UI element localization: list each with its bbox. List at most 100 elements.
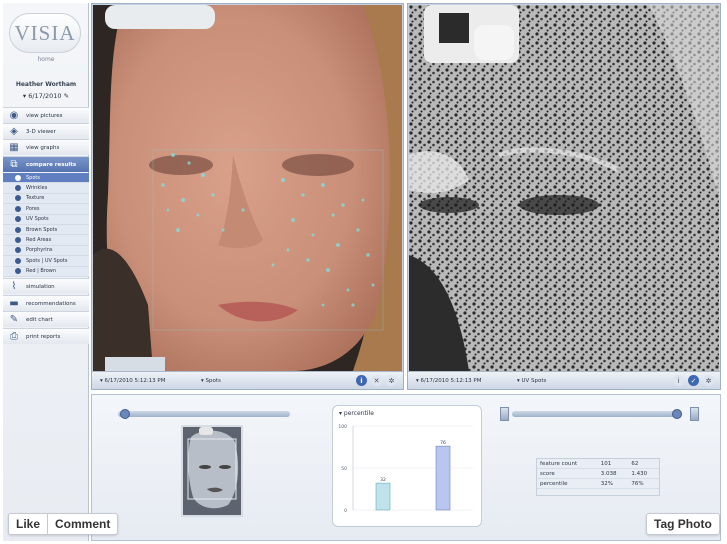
bullet-icon (15, 257, 21, 264)
tag-photo-label: Tag Photo (654, 517, 712, 531)
submenu-label: UV Spots (26, 216, 49, 223)
percentile-chart: ▾ percentile 100 50 0 32 76 (332, 405, 482, 527)
submenu-item-pores[interactable]: Pores (3, 204, 89, 215)
stats-row-score: score 3.038 1.430 (537, 468, 659, 479)
compare-icon: ⧉ (10, 159, 18, 170)
nav-edit-chart[interactable]: ✎ edit chart (3, 311, 89, 327)
bar-data-label: 32 (380, 477, 386, 483)
stats-row-percentile: percentile 32% 76% (537, 478, 659, 489)
percentile-bar-chart: 100 50 0 32 76 (338, 424, 473, 514)
nav-view-pictures[interactable]: ◉ view pictures (3, 107, 89, 123)
face-thumbnail-image (183, 427, 241, 515)
bar-data-label: 76 (440, 440, 446, 446)
comment-button[interactable]: Comment (48, 517, 117, 531)
camera-icon: ◉ (9, 110, 19, 121)
stats-row-feature-count: feature count 101 62 (537, 459, 659, 469)
bar-spots (375, 482, 391, 511)
right-timeline-slider[interactable] (512, 411, 682, 417)
stats-value-b: 1.430 (628, 468, 659, 479)
left-slider-handle[interactable] (120, 409, 130, 419)
stats-value-b: 62 (628, 459, 659, 469)
nav-print-reports[interactable]: ⎙ print reports (3, 328, 89, 344)
submenu-item-wrinkles[interactable]: Wrinkles (3, 183, 89, 194)
chart-title-text: percentile (343, 410, 374, 417)
submenu-label: Red Areas (26, 237, 52, 244)
bullet-icon (15, 268, 21, 275)
left-mode-select[interactable]: ▾ Spots (201, 378, 221, 384)
nav-label: recommendations (26, 300, 76, 307)
nav-label: view pictures (26, 112, 63, 119)
nav-label: print reports (26, 333, 61, 340)
nav-label: view graphs (26, 144, 60, 151)
printer-icon: ⎙ (10, 331, 18, 342)
bullet-icon (15, 205, 21, 212)
recommendations-icon: ▬ (9, 298, 19, 309)
submenu-item-brown-spots[interactable]: Brown Spots (3, 224, 89, 236)
tag-photo-button[interactable]: Tag Photo (646, 513, 720, 535)
submenu-label: Pores (26, 205, 40, 212)
comparison-panel: ▾ percentile 100 50 0 32 76 feature count 10… (91, 394, 721, 541)
nav-3d-viewer[interactable]: ◈ 3-D viewer (3, 123, 89, 139)
nav-compare-results[interactable]: ⧉ compare results (3, 156, 89, 172)
nav-recommendations[interactable]: ▬ recommendations (3, 295, 89, 311)
stats-label: percentile (537, 478, 598, 489)
submenu-item-red-brown[interactable]: Red | Brown (3, 266, 89, 277)
spots-face-photo[interactable] (93, 5, 402, 371)
face-thumbnail[interactable] (181, 425, 243, 517)
right-mode-value: UV Spots (521, 377, 547, 384)
simulation-icon: ⌇ (11, 281, 17, 292)
submenu-item-uv-spots[interactable]: UV Spots (3, 214, 89, 225)
bullet-icon (15, 226, 21, 233)
info-icon[interactable]: i (356, 375, 367, 386)
nav-label: simulation (26, 283, 55, 290)
left-compare-icon[interactable] (500, 407, 509, 421)
nav-view-graphs[interactable]: ▦ view graphs (3, 139, 89, 155)
right-mode-select[interactable]: ▾ UV Spots (517, 378, 546, 384)
nav-label: 3-D viewer (26, 128, 56, 135)
home-link[interactable]: home (3, 56, 89, 63)
bullet-icon (15, 216, 21, 223)
bar-uv-spots (435, 445, 451, 511)
gear-icon[interactable]: ✲ (386, 375, 397, 386)
spots-face-image (93, 5, 402, 371)
right-slider-handle[interactable] (672, 409, 682, 419)
visia-logo: VISIA (9, 13, 81, 53)
gear-icon[interactable]: ✲ (703, 375, 714, 386)
patient-date[interactable]: ▾ 6/17/2010 ✎ (3, 92, 89, 100)
info-icon[interactable]: i (673, 375, 684, 386)
right-image-panel: ▾ 6/17/2010 5:12:13 PM ▾ UV Spots i ✓ ✲ (407, 3, 721, 390)
left-panel-toolbar: ▾ 6/17/2010 5:12:13 PM ▾ Spots i ✕ ✲ (92, 371, 403, 389)
close-icon[interactable]: ✕ (371, 375, 382, 386)
submenu-item-spots[interactable]: Spots (3, 173, 89, 184)
uv-spots-face-photo[interactable] (409, 5, 719, 371)
like-button[interactable]: Like (9, 517, 47, 531)
nav-simulation[interactable]: ⌇ simulation (3, 278, 89, 294)
submenu-label: Spots | UV Spots (26, 257, 68, 264)
patient-date-value: 6/17/2010 (28, 92, 62, 100)
stats-label: feature count (537, 459, 598, 469)
left-image-panel: ▾ 6/17/2010 5:12:13 PM ▾ Spots i ✕ ✲ (91, 3, 404, 390)
submenu-item-texture[interactable]: Texture (3, 193, 89, 205)
left-timeline-slider[interactable] (118, 411, 290, 417)
nav-label: compare results (26, 161, 77, 168)
right-capture-date[interactable]: ▾ 6/17/2010 5:12:13 PM (416, 378, 511, 384)
sidebar: VISIA home Heather Wortham ▾ 6/17/2010 ✎… (3, 3, 89, 541)
submenu-item-spots-uv-spots[interactable]: Spots | UV Spots (3, 256, 89, 267)
submenu-item-red-areas[interactable]: Red Areas (3, 235, 89, 246)
y-tick-label: 100 (338, 424, 347, 430)
left-capture-date[interactable]: ▾ 6/17/2010 5:12:13 PM (100, 378, 195, 384)
bullet-icon (15, 185, 21, 192)
stats-value-a: 32% (597, 478, 629, 489)
patient-name: Heather Wortham (15, 81, 77, 88)
bullet-icon (15, 195, 21, 202)
right-date-value: 6/17/2010 5:12:13 PM (420, 377, 482, 384)
chart-title: ▾ percentile (339, 410, 374, 417)
submenu-label: Porphyrins (26, 247, 53, 254)
bullet-icon (15, 247, 21, 254)
compare-submenu: Spots Wrinkles Texture Pores UV Spots Br… (3, 173, 89, 277)
submenu-label: Red | Brown (26, 268, 57, 275)
submenu-item-porphyrins[interactable]: Porphyrins (3, 245, 89, 257)
check-icon[interactable]: ✓ (688, 375, 699, 386)
stats-table: feature count 101 62 score 3.038 1.430 p… (536, 458, 660, 496)
right-compare-icon[interactable] (690, 407, 699, 421)
